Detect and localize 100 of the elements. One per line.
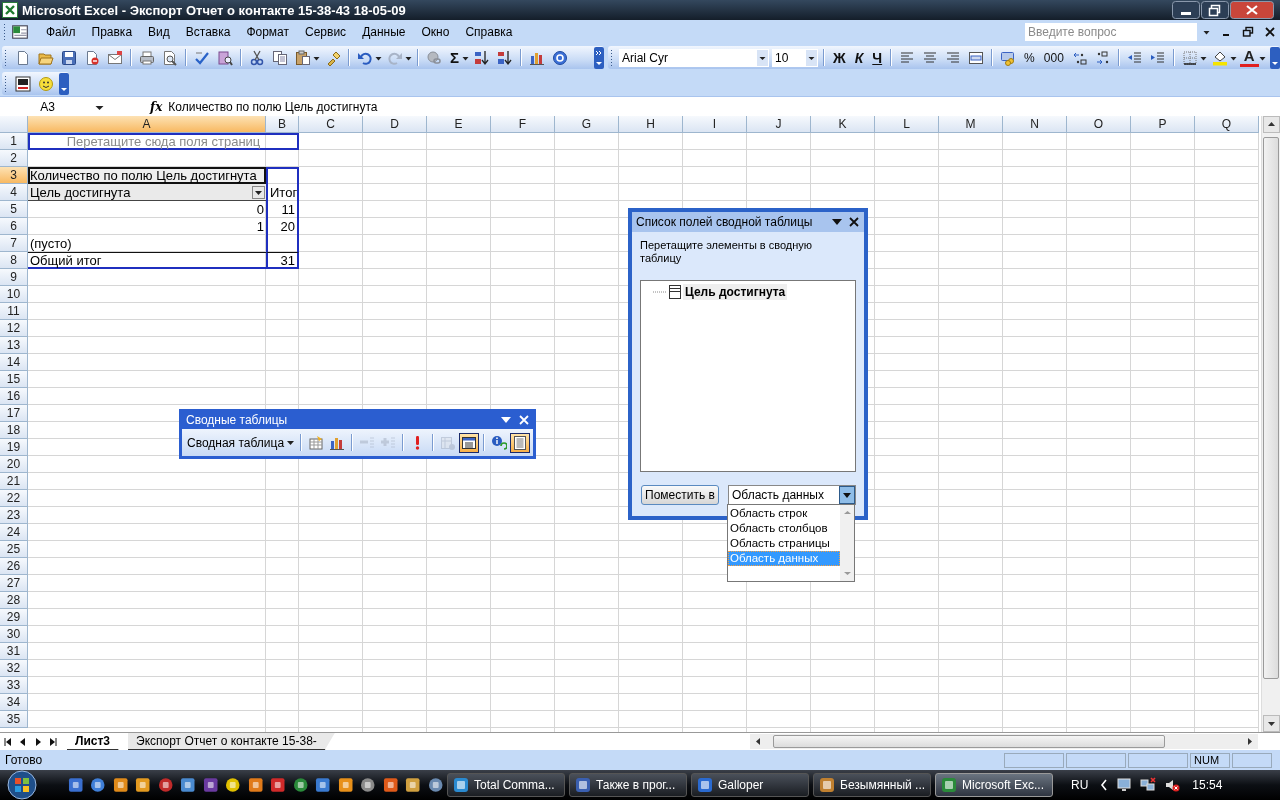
row-header[interactable]: 35 [0, 711, 28, 728]
research-book-icon[interactable] [215, 49, 235, 66]
row-header[interactable]: 23 [0, 507, 28, 524]
menu-item[interactable]: Вставка [178, 23, 238, 41]
font-size-dropdown[interactable]: 10 [772, 48, 818, 67]
spelling-check-icon[interactable] [192, 49, 212, 66]
options-arrow-icon[interactable] [501, 415, 511, 425]
column-header[interactable]: H [619, 116, 683, 133]
percent-button[interactable]: % [1021, 47, 1038, 68]
row-header[interactable]: 7 [0, 235, 28, 252]
column-header[interactable]: E [427, 116, 491, 133]
scroll-down-button[interactable] [1262, 715, 1280, 732]
column-header[interactable]: N [1003, 116, 1067, 133]
row-header[interactable]: 12 [0, 320, 28, 337]
email-icon[interactable] [105, 49, 125, 66]
horizontal-scrollbar[interactable] [750, 734, 1258, 749]
row-header[interactable]: 8 [0, 252, 28, 269]
column-header[interactable]: O [1067, 116, 1131, 133]
row-header[interactable]: 4 [0, 184, 28, 201]
row-header[interactable]: 32 [0, 660, 28, 677]
app-icon[interactable] [112, 777, 129, 793]
dropdown-option[interactable]: Область страницы [728, 536, 840, 551]
pivot-field-item[interactable]: Цель достигнута [683, 284, 788, 300]
taskbar-button[interactable]: Microsoft Exc... [935, 773, 1053, 797]
help-icon[interactable] [550, 49, 570, 66]
right-arrow-icon[interactable] [1245, 737, 1254, 746]
app-icon[interactable] [135, 777, 151, 793]
taskbar-button[interactable]: Также в прог... [569, 773, 687, 797]
row-header[interactable]: 27 [0, 575, 28, 592]
menu-item[interactable]: Данные [355, 23, 413, 41]
app-icon[interactable] [247, 777, 264, 793]
add-to-button[interactable]: Поместить в [641, 485, 719, 505]
column-header[interactable]: I [683, 116, 747, 133]
workbook-icon[interactable] [11, 23, 29, 41]
menu-item[interactable]: Вид [141, 23, 177, 41]
restore-icon[interactable] [1201, 1, 1229, 19]
first-sheet-icon[interactable] [4, 736, 12, 747]
grip-handle[interactable] [3, 23, 6, 41]
vertical-scrollbar[interactable] [1261, 116, 1280, 732]
app-icon[interactable] [315, 777, 331, 793]
list-button[interactable] [510, 432, 530, 453]
row-header[interactable]: 24 [0, 524, 28, 541]
taskbar-button[interactable]: Безымянный ... [813, 773, 931, 797]
area-dropdown[interactable]: Область данных [728, 485, 856, 505]
toolbar-options-icon[interactable] [1270, 46, 1280, 69]
column-header[interactable]: J [747, 116, 811, 133]
row-header[interactable]: 1 [0, 133, 28, 150]
row-header[interactable]: 6 [0, 218, 28, 235]
grip-handle[interactable] [610, 48, 613, 67]
formula-field[interactable]: Количество по полю Цель достигнута [168, 99, 378, 114]
row-header[interactable]: 11 [0, 303, 28, 320]
menu-item[interactable]: Справка [458, 23, 520, 41]
row-header[interactable]: 15 [0, 371, 28, 388]
restore-icon[interactable] [1242, 26, 1254, 38]
row-header[interactable]: 16 [0, 388, 28, 405]
app-icon[interactable] [405, 777, 421, 793]
row-header[interactable]: 18 [0, 422, 28, 439]
taskbar-button[interactable]: Total Comma... [447, 773, 565, 797]
app-icon[interactable] [157, 777, 174, 793]
insert-function-button[interactable]: fx [150, 99, 163, 114]
column-header[interactable]: D [363, 116, 427, 133]
sheet-tab[interactable]: Экспорт Отчет о контакте 15-38- [128, 733, 335, 750]
scroll-up-button[interactable] [1262, 116, 1280, 133]
column-header[interactable]: M [939, 116, 1003, 133]
autosum-button[interactable]: Σ [447, 47, 462, 68]
grip-handle[interactable] [4, 48, 7, 67]
column-header[interactable]: B [266, 116, 299, 133]
column-header[interactable]: F [491, 116, 555, 133]
row-header[interactable]: 25 [0, 541, 28, 558]
app-icon[interactable] [427, 777, 443, 793]
row-header[interactable]: 33 [0, 677, 28, 694]
hyperlink-icon[interactable] [424, 49, 444, 66]
app-icon[interactable] [68, 777, 84, 793]
row-header[interactable]: 3 [0, 167, 28, 184]
app-icon[interactable] [225, 777, 241, 793]
scrollbar-thumb[interactable] [1263, 137, 1279, 679]
app-icon[interactable] [360, 777, 376, 793]
add-in-icon[interactable] [13, 75, 33, 92]
field-list-button[interactable] [459, 432, 479, 453]
name-box[interactable]: A3 [0, 99, 95, 114]
column-header[interactable]: Q [1195, 116, 1259, 133]
muted-speaker-icon[interactable] [1164, 777, 1181, 793]
column-header[interactable]: L [875, 116, 939, 133]
grip-handle[interactable] [4, 74, 7, 93]
menu-item[interactable]: Окно [414, 23, 457, 41]
row-header[interactable]: 29 [0, 609, 28, 626]
underline-button[interactable]: Ч [869, 47, 886, 68]
dropdown-option[interactable]: Область строк [728, 506, 840, 521]
clipboard-icon[interactable] [293, 49, 313, 66]
app-icon[interactable] [180, 777, 196, 793]
monitor-icon[interactable] [1116, 777, 1133, 793]
italic-button[interactable]: К [851, 47, 867, 68]
taskbar-button[interactable]: Galloper [691, 773, 809, 797]
clock[interactable]: 15:54 [1192, 778, 1223, 792]
row-header[interactable]: 13 [0, 337, 28, 354]
row-header[interactable]: 22 [0, 490, 28, 507]
smiley-icon[interactable] [36, 75, 56, 92]
row-header[interactable]: 28 [0, 592, 28, 609]
menu-item[interactable]: Сервис [298, 23, 354, 41]
row-header[interactable]: 26 [0, 558, 28, 575]
